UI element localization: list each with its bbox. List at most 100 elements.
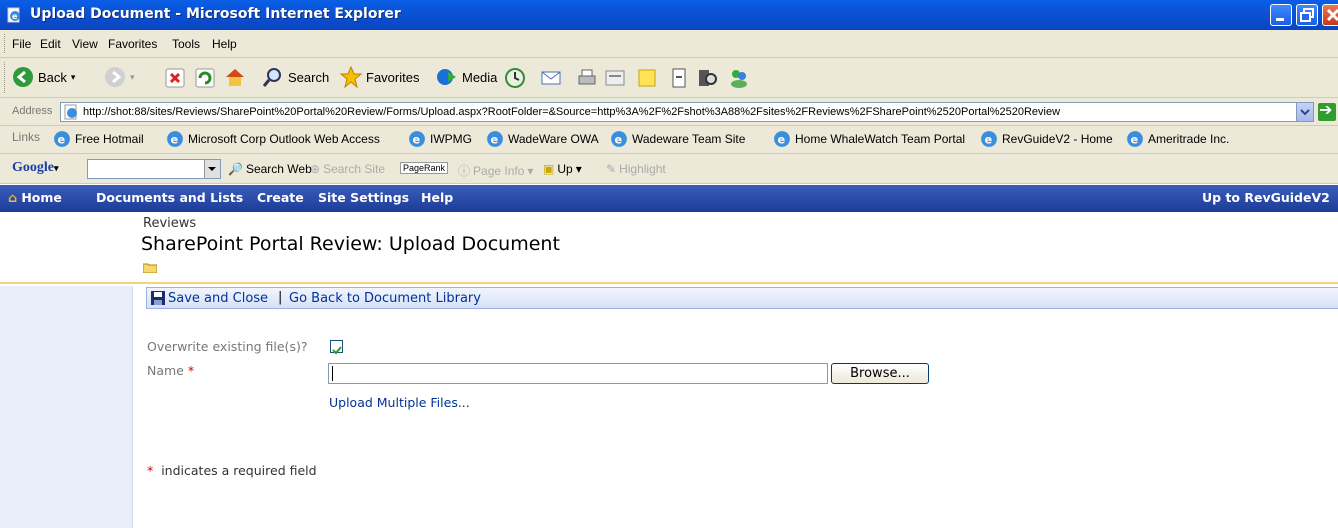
highlight-label: Highlight — [619, 162, 666, 176]
media-icon — [437, 69, 456, 85]
required-note-text: indicates a required field — [161, 463, 317, 478]
svg-text:e: e — [778, 134, 786, 147]
binoculars-icon: 🔎 — [228, 162, 243, 176]
ie-page-icon: e — [7, 7, 20, 23]
link-wadeware-team-site[interactable]: e Wadeware Team Site — [610, 130, 745, 148]
back-label: Back — [38, 69, 67, 85]
up-label: Up — [557, 162, 573, 176]
menu-favorites[interactable]: Favorites — [108, 37, 157, 51]
link-wadeware-owa[interactable]: e WadeWare OWA — [486, 130, 599, 148]
svg-text:e: e — [12, 12, 18, 21]
menu-tools[interactable]: Tools — [172, 37, 200, 51]
window-title: Upload Document - Microsoft Internet Exp… — [30, 6, 401, 22]
menu-view[interactable]: View — [72, 37, 98, 51]
name-label: Name * — [147, 363, 194, 378]
nav-site-settings[interactable]: Site Settings — [318, 190, 409, 205]
upload-multiple-files-link[interactable]: Upload Multiple Files... — [329, 395, 470, 410]
messenger-icon[interactable] — [728, 67, 750, 89]
favorites-label: Favorites — [366, 69, 420, 85]
folder-icon[interactable] — [143, 262, 157, 273]
nav-help[interactable]: Help — [421, 190, 453, 205]
discuss-icon[interactable] — [668, 67, 690, 89]
nav-create[interactable]: Create — [257, 190, 304, 205]
forward-dropdown-icon[interactable]: ▾ — [130, 72, 135, 83]
home-icon[interactable] — [224, 66, 246, 88]
chevron-down-icon: ▾ — [527, 163, 534, 178]
google-logo-text: Google — [12, 160, 54, 175]
back-button[interactable]: Back ▾ — [12, 66, 75, 88]
google-pagerank[interactable]: PageRank — [400, 162, 449, 174]
link-label: IWPMG — [430, 132, 472, 146]
nav-documents-and-lists[interactable]: Documents and Lists — [96, 190, 243, 205]
svg-text:e: e — [985, 134, 993, 147]
address-url: http://shot:88/sites/Reviews/SharePoint%… — [83, 106, 1061, 118]
go-back-to-library-link[interactable]: Go Back to Document Library — [289, 291, 481, 306]
menu-help[interactable]: Help — [212, 37, 237, 51]
go-button[interactable]: ➔ — [1318, 100, 1336, 121]
menu-edit[interactable]: Edit — [40, 37, 61, 51]
edit-icon[interactable] — [604, 67, 626, 89]
toolbar-grip[interactable] — [4, 34, 7, 53]
google-highlight-button[interactable]: ✎ Highlight — [606, 162, 666, 176]
browse-button[interactable]: Browse... — [831, 363, 929, 384]
link-outlook-web-access[interactable]: e Microsoft Corp Outlook Web Access — [166, 130, 380, 148]
command-toolbar: Save and Close | Go Back to Document Lib… — [146, 287, 1338, 309]
link-label: Home WhaleWatch Team Portal — [795, 132, 966, 146]
forward-button[interactable]: ▾ — [104, 66, 135, 88]
google-page-info-button[interactable]: ⓘ Page Info ▾ — [458, 162, 533, 179]
favorites-button[interactable]: Favorites — [340, 66, 419, 88]
address-dropdown-button[interactable] — [1296, 103, 1313, 121]
media-label: Media — [462, 69, 498, 85]
menu-file[interactable]: File — [12, 37, 31, 51]
file-name-input[interactable] — [328, 363, 828, 384]
google-search-dropdown[interactable] — [204, 160, 220, 178]
back-dropdown-icon[interactable]: ▾ — [71, 72, 76, 83]
link-free-hotmail[interactable]: e Free Hotmail — [53, 130, 144, 148]
chevron-down-icon — [208, 167, 216, 171]
save-and-close-button[interactable]: Save and Close — [168, 291, 268, 306]
nav-up-to-revguidev2[interactable]: Up to RevGuideV2 — [1202, 190, 1330, 205]
google-up-button[interactable]: ▣ Up ▾ — [543, 162, 582, 176]
minimize-button[interactable] — [1270, 4, 1292, 26]
window-title-bar: e Upload Document - Microsoft Internet E… — [0, 0, 1338, 30]
link-ameritrade[interactable]: e Ameritrade Inc. — [1126, 130, 1229, 148]
link-label: Microsoft Corp Outlook Web Access — [188, 132, 380, 146]
chevron-down-icon: ▾ — [575, 162, 582, 176]
address-input[interactable]: http://shot:88/sites/Reviews/SharePoint%… — [60, 102, 1314, 122]
standard-toolbar: Back ▾ ▾ Search Favorites Media — [0, 58, 1338, 98]
refresh-icon[interactable] — [194, 67, 216, 89]
pagerank-label: PageRank — [400, 162, 449, 174]
stop-icon[interactable] — [164, 67, 186, 89]
ie-link-icon: e — [167, 131, 183, 147]
link-iwpmg[interactable]: e IWPMG — [408, 130, 472, 148]
link-whalewatch-portal[interactable]: e Home WhaleWatch Team Portal — [773, 130, 965, 148]
notes-icon[interactable] — [636, 67, 658, 89]
google-search-site-button[interactable]: ⊕ Search Site — [310, 162, 385, 176]
overwrite-label: Overwrite existing file(s)? — [147, 339, 308, 354]
toolbar-grip[interactable] — [4, 62, 7, 93]
ie-link-icon: e — [487, 131, 503, 147]
history-icon[interactable] — [504, 67, 526, 89]
required-asterisk: * — [147, 463, 154, 478]
ie-link-icon: e — [774, 131, 790, 147]
print-icon[interactable] — [576, 67, 598, 89]
links-label-text: Links — [12, 130, 41, 144]
search-button[interactable]: Search — [262, 66, 329, 88]
link-revguidev2-home[interactable]: e RevGuideV2 - Home — [980, 130, 1113, 148]
save-icon[interactable] — [151, 291, 165, 305]
left-nav-pane — [0, 286, 133, 528]
checkmark-icon — [332, 346, 342, 355]
mail-icon[interactable] — [540, 67, 562, 89]
site-name[interactable]: Reviews — [143, 216, 196, 231]
google-search-input[interactable] — [87, 159, 221, 179]
research-icon[interactable] — [696, 67, 718, 89]
close-button[interactable] — [1322, 4, 1338, 26]
google-search-web-button[interactable]: 🔎 Search Web — [228, 162, 312, 176]
restore-button[interactable] — [1296, 4, 1318, 26]
overwrite-checkbox[interactable] — [330, 340, 343, 355]
google-logo[interactable]: Google▾ — [12, 160, 59, 176]
svg-text:e: e — [413, 134, 421, 147]
media-button[interactable]: Media — [436, 66, 497, 88]
required-field-note: * indicates a required field — [147, 463, 317, 478]
nav-home[interactable]: ⌂ Home — [8, 190, 62, 205]
